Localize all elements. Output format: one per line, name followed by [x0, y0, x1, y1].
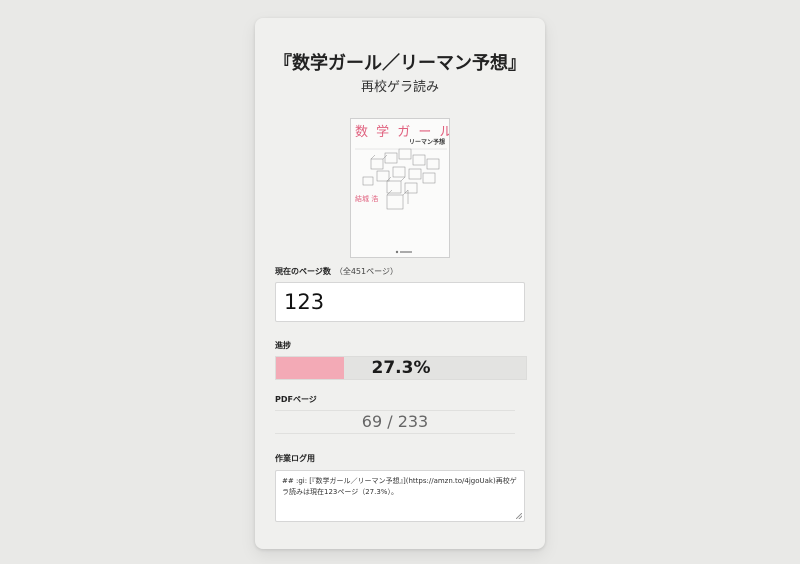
page-count-label: 現在のページ数 （全451ページ）: [275, 266, 398, 277]
current-page-input[interactable]: 123: [275, 282, 525, 322]
progress-label: 進捗: [275, 341, 291, 350]
book-cover-image: 数 学 ガ ー ル リーマン予想 結城 浩: [350, 118, 450, 258]
progress-bar: 27.3%: [275, 356, 527, 380]
book-title: 『数学ガール／リーマン予想』: [274, 53, 526, 74]
resize-handle-icon[interactable]: [516, 513, 522, 519]
pdf-page-value: 69 / 233: [275, 410, 515, 434]
progress-percent: 27.3%: [371, 358, 431, 378]
cover-subtitle-text: リーマン予想: [408, 139, 445, 146]
task-subtitle: 再校ゲラ読み: [360, 80, 439, 95]
page-count-label-text: 現在のページ数: [275, 267, 331, 276]
cover-author-text: 結城 浩: [355, 195, 379, 203]
total-pages-note: （全451ページ）: [334, 267, 398, 276]
work-log-text: ## :gi: [『数学ガール／リーマン予想』](https://amzn.to…: [282, 477, 517, 496]
work-log-label: 作業ログ用: [275, 454, 315, 463]
work-log-textarea[interactable]: ## :gi: [『数学ガール／リーマン予想』](https://amzn.to…: [275, 470, 525, 522]
pdf-page-label: PDFページ: [275, 395, 317, 404]
main-card: 『数学ガール／リーマン予想』 再校ゲラ読み 数 学 ガ ー ル リーマン予想 結…: [255, 18, 545, 549]
